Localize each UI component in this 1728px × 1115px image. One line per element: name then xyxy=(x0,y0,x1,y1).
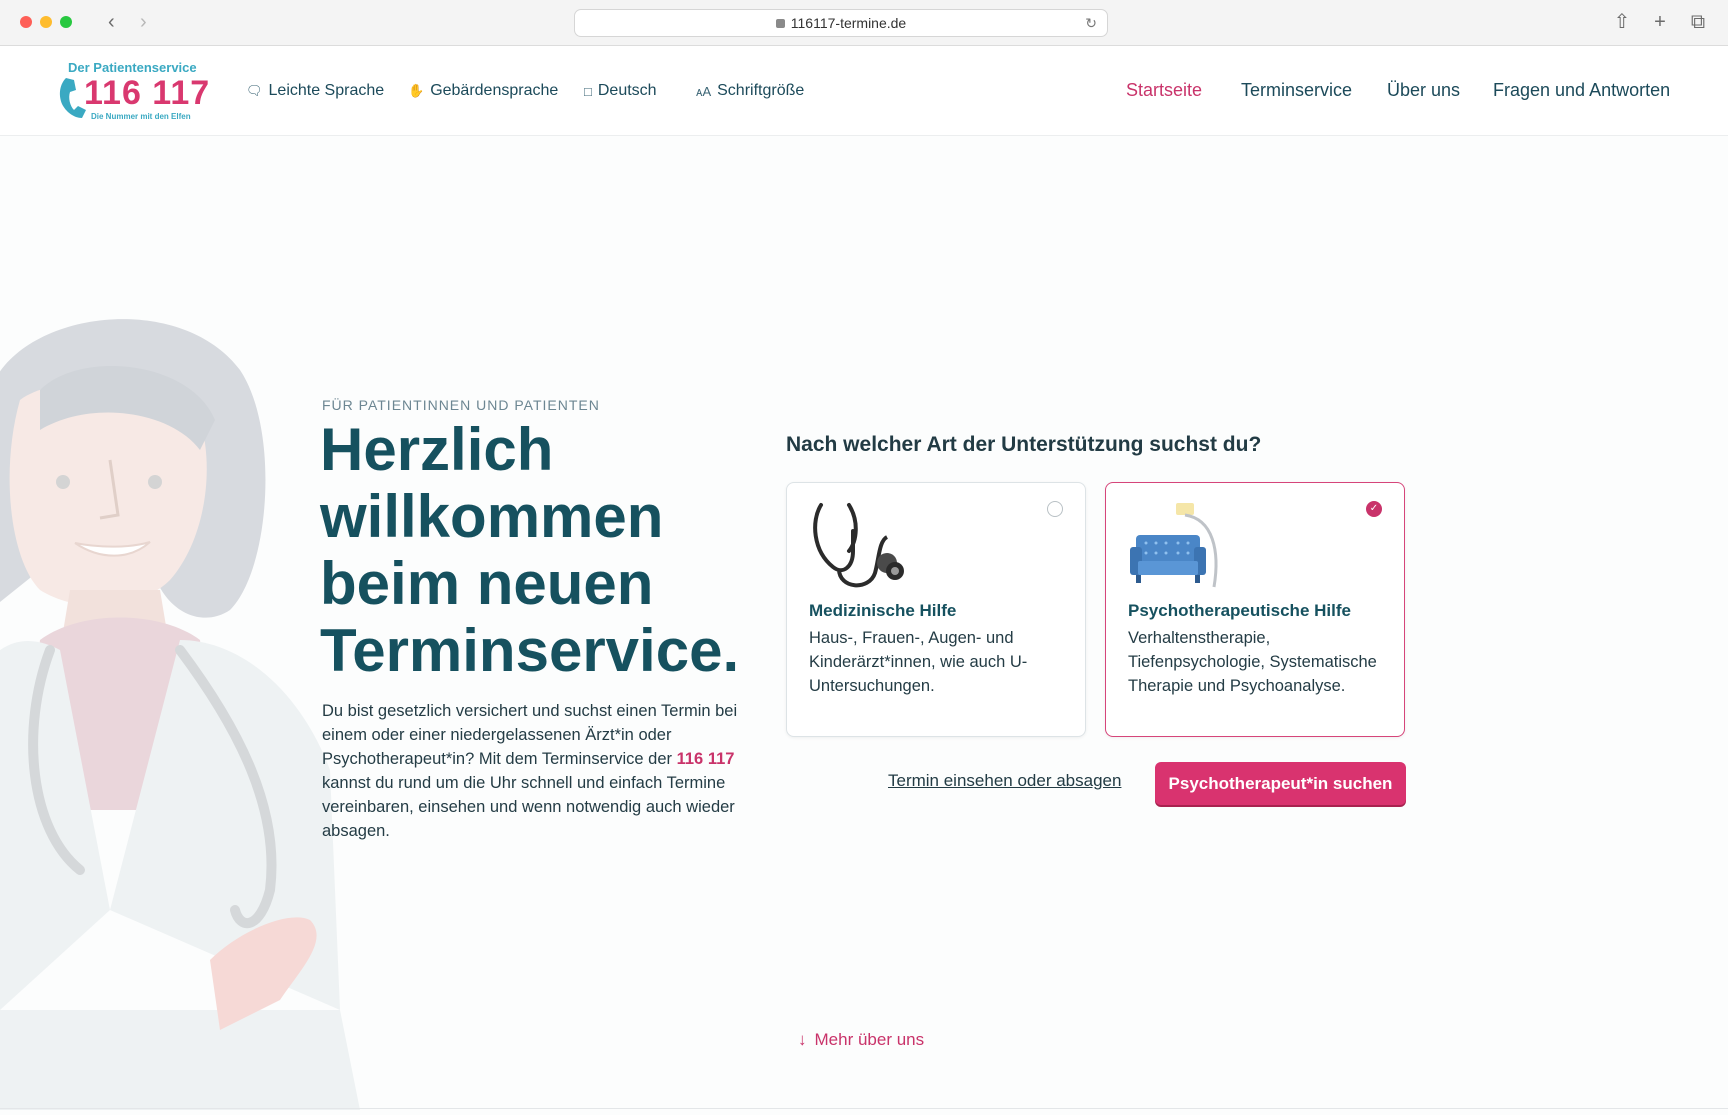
browser-toolbar: ‹ › 116117-termine.de ↻ ⇧ + ⧉ xyxy=(0,0,1728,46)
util-nav-leichte-sprache[interactable]: 🗨 Leichte Sprache xyxy=(246,82,384,100)
site-header: Der Patientenservice 116 117 Die Nummer … xyxy=(0,46,1728,136)
maximize-window-button[interactable] xyxy=(60,16,72,28)
search-psychotherapist-button[interactable]: Psychotherapeut*in suchen xyxy=(1155,762,1406,805)
url-text: 116117-termine.de xyxy=(790,15,907,31)
chat-icon: □ xyxy=(584,83,592,99)
util-nav-language[interactable]: □ Deutsch xyxy=(584,82,657,100)
option-description: Verhaltenstherapie, Tiefenpsychologie, S… xyxy=(1128,629,1377,695)
reload-icon[interactable]: ↻ xyxy=(1085,10,1097,36)
util-nav-label: Gebärdensprache xyxy=(430,82,559,99)
radio-button[interactable] xyxy=(1047,501,1063,517)
hero-desc-text: kannst du rund um die Uhr schnell und ei… xyxy=(322,774,735,840)
option-card-psychotherapeutische-hilfe[interactable]: ✓ Psychotherapeutische Hilfe Verhaltenst… xyxy=(1105,482,1405,737)
speech-bubble-icon: 🗨 xyxy=(246,83,263,98)
divider xyxy=(0,1108,1728,1109)
back-arrow-icon[interactable]: ‹ xyxy=(108,10,115,34)
selection-question: Nach welcher Art der Unterstützung suchs… xyxy=(786,433,1262,456)
more-about-us-link[interactable]: ↓ Mehr über uns xyxy=(798,1030,924,1050)
logo-tagline: Der Patientenservice xyxy=(68,60,197,75)
option-title: Psychotherapeutische Hilfe xyxy=(1128,601,1351,620)
new-tab-icon[interactable]: + xyxy=(1649,10,1671,34)
option-title: Medizinische Hilfe xyxy=(809,601,957,620)
view-or-cancel-appointment-link[interactable]: Termin einsehen oder absagen xyxy=(888,771,1121,791)
logo[interactable]: Der Patientenservice 116 117 Die Nummer … xyxy=(56,58,209,124)
nav-terminservice[interactable]: Terminservice xyxy=(1241,80,1352,101)
minimize-window-button[interactable] xyxy=(40,16,52,28)
util-nav-font-size[interactable]: ᴀA Schriftgröße xyxy=(696,82,804,100)
nav-ueber-uns[interactable]: Über uns xyxy=(1387,80,1460,101)
lock-icon xyxy=(775,19,785,28)
page-title: Herzlich willkommen beim neuen Terminser… xyxy=(320,416,740,684)
doctor-illustration xyxy=(0,319,360,1110)
util-nav-gebaerdensprache[interactable]: ✋ Gebärdensprache xyxy=(408,82,558,100)
address-bar[interactable]: 116117-termine.de ↻ xyxy=(574,9,1108,37)
nav-startseite[interactable]: Startseite xyxy=(1126,80,1202,101)
radio-checked-icon[interactable]: ✓ xyxy=(1366,501,1382,517)
logo-subtitle: Die Nummer mit den Elfen xyxy=(91,112,191,121)
font-size-icon: ᴀA xyxy=(696,83,712,99)
nav-faq[interactable]: Fragen und Antworten xyxy=(1493,80,1670,101)
forward-arrow-icon[interactable]: › xyxy=(140,10,147,34)
close-window-button[interactable] xyxy=(20,16,32,28)
hand-icon: ✋ xyxy=(408,83,425,98)
util-nav-label: Deutsch xyxy=(597,82,657,99)
couch-icon xyxy=(1130,503,1218,588)
hero-description: Du bist gesetzlich versichert und suchst… xyxy=(322,699,742,843)
option-description: Haus-, Frauen-, Augen- und Kinderärzt*in… xyxy=(809,629,1028,695)
stethoscope-icon xyxy=(813,503,904,588)
tab-overview-icon[interactable]: ⧉ xyxy=(1687,10,1709,34)
arrow-down-icon: ↓ xyxy=(798,1030,807,1049)
share-icon[interactable]: ⇧ xyxy=(1611,10,1633,34)
hero-desc-brand: 116 117 xyxy=(676,750,735,768)
hero-desc-text: Du bist gesetzlich versichert und suchst… xyxy=(322,702,738,768)
util-nav-label: Schriftgröße xyxy=(717,82,805,99)
option-card-medizinische-hilfe[interactable]: Medizinische Hilfe Haus-, Frauen-, Augen… xyxy=(786,482,1086,737)
logo-number: 116 117 xyxy=(84,74,211,112)
hero-eyebrow: FÜR PATIENTINNEN UND PATIENTEN xyxy=(322,397,600,413)
more-about-us-label: Mehr über uns xyxy=(814,1030,925,1049)
util-nav-label: Leichte Sprache xyxy=(268,82,385,99)
